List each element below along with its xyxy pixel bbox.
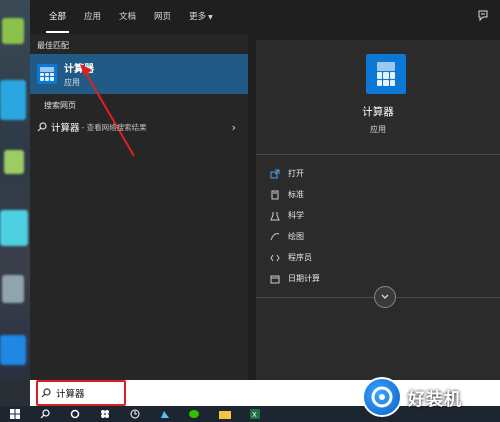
action-science-label: 科学 xyxy=(288,211,304,220)
open-icon xyxy=(270,169,280,179)
action-standard[interactable]: 标准 xyxy=(270,184,320,205)
best-match-item[interactable]: 计算器 应用 xyxy=(30,54,248,94)
detail-subtitle: 应用 xyxy=(370,125,386,134)
web-search-result[interactable]: 计算器 - 查看网络搜索结果 › xyxy=(30,116,248,138)
action-date-calc-label: 日期计算 xyxy=(288,274,320,283)
tab-documents[interactable]: 文档 xyxy=(110,0,145,34)
taskbar-search-icon[interactable] xyxy=(30,406,60,422)
file-explorer-icon[interactable] xyxy=(210,406,240,422)
tab-all[interactable]: 全部 xyxy=(40,0,75,34)
results-list: 最佳匹配 计算器 应用 搜索网页 计算器 - 查看网络搜索结果 › xyxy=(30,34,248,380)
action-graph-label: 绘图 xyxy=(288,232,304,241)
action-list: 打开 标准 科学 绘图 程序员 日期计算 xyxy=(270,163,320,289)
calculator-large-icon xyxy=(366,54,406,94)
action-programmer-label: 程序员 xyxy=(288,253,312,262)
divider xyxy=(256,154,500,155)
chevron-down-icon xyxy=(381,294,389,299)
chevron-right-icon: › xyxy=(231,120,236,134)
clock-app-icon[interactable] xyxy=(120,406,150,422)
action-graph[interactable]: 绘图 xyxy=(270,226,320,247)
search-web-label: 搜索网页 xyxy=(44,101,76,110)
tab-apps[interactable]: 应用 xyxy=(75,0,110,34)
calculator-icon xyxy=(37,64,57,84)
start-search-panel: 全部 应用 文档 网页 更多 ▼ 最佳匹配 计算器 应用 搜索网页 计算器 - … xyxy=(30,0,500,380)
desktop-background xyxy=(0,0,30,380)
tab-more[interactable]: 更多 ▼ xyxy=(180,0,222,34)
search-field-highlight xyxy=(36,380,126,406)
search-input[interactable] xyxy=(56,387,116,399)
wechat-icon[interactable] xyxy=(180,406,210,422)
standard-icon xyxy=(270,190,280,200)
web-search-query: 计算器 xyxy=(51,123,80,134)
programmer-icon xyxy=(270,253,280,263)
photos-app-icon[interactable] xyxy=(150,406,180,422)
search-icon xyxy=(41,388,51,398)
windows-start-icon[interactable] xyxy=(0,406,30,422)
watermark-text: 好装机 xyxy=(408,389,462,410)
svg-text:X: X xyxy=(252,411,257,419)
tab-web[interactable]: 网页 xyxy=(145,0,180,34)
detail-title: 计算器 xyxy=(362,106,394,118)
action-open[interactable]: 打开 xyxy=(270,163,320,184)
detail-pane: 计算器 应用 打开 标准 科学 绘图 程序员 日期计算 xyxy=(256,40,500,380)
action-science[interactable]: 科学 xyxy=(270,205,320,226)
excel-icon[interactable]: X xyxy=(240,406,270,422)
action-open-label: 打开 xyxy=(288,169,304,178)
calendar-icon xyxy=(270,274,280,284)
science-icon xyxy=(270,211,280,221)
annotation-arrow xyxy=(80,64,135,157)
search-icon xyxy=(37,122,47,132)
site-watermark: 好装机 xyxy=(362,372,500,422)
graph-icon xyxy=(270,232,280,242)
cortana-icon[interactable] xyxy=(60,406,90,422)
search-tabs: 全部 应用 文档 网页 更多 ▼ xyxy=(30,0,500,34)
watermark-logo-icon xyxy=(362,377,402,417)
best-match-label: 最佳匹配 xyxy=(37,41,69,50)
task-view-icon[interactable] xyxy=(90,406,120,422)
action-standard-label: 标准 xyxy=(288,190,304,199)
tab-more-label: 更多 xyxy=(189,12,207,22)
feedback-icon[interactable] xyxy=(476,9,490,23)
action-date-calc[interactable]: 日期计算 xyxy=(270,268,320,289)
expand-button[interactable] xyxy=(374,286,396,308)
action-programmer[interactable]: 程序员 xyxy=(270,247,320,268)
chevron-down-icon: ▼ xyxy=(208,14,213,21)
web-search-suffix: - 查看网络搜索结果 xyxy=(81,122,147,132)
